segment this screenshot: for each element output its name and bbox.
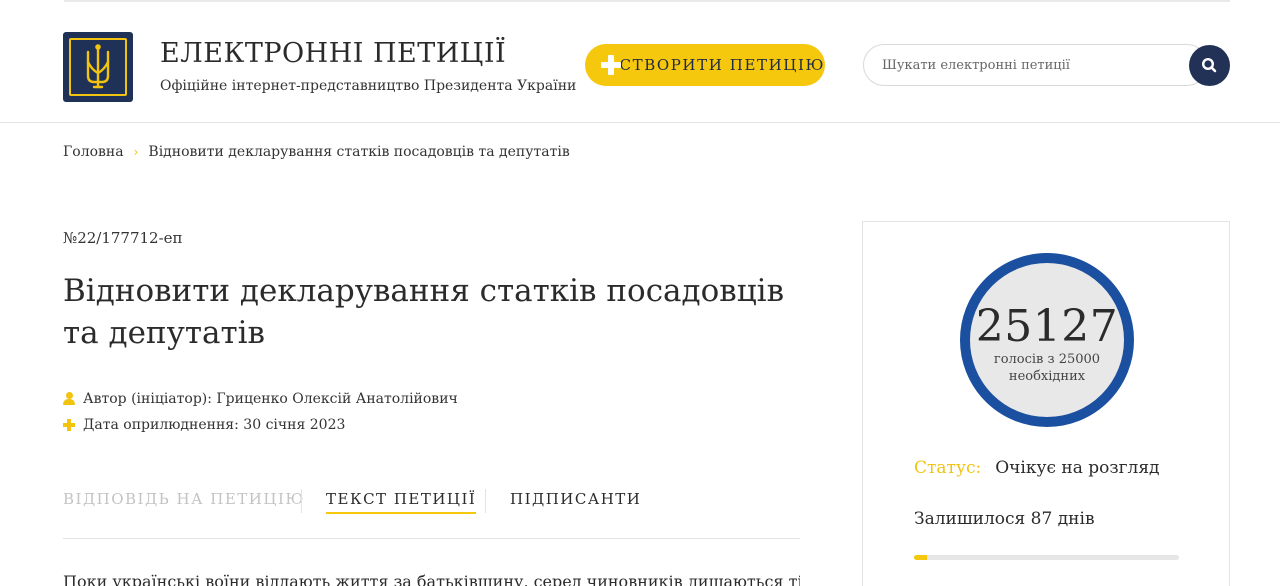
petition-date: Дата оприлюднення: 30 січня 2023	[63, 417, 345, 433]
votes-counter: 25127 голосів з 25000 необхідних	[960, 253, 1134, 427]
create-petition-button[interactable]: СТВОРИТИ ПЕТИЦІЮ	[585, 44, 825, 86]
petition-status: Статус: Очікує на розгляд	[914, 458, 1160, 478]
site-title[interactable]: ЕЛЕКТРОННІ ПЕТИЦІЇ	[160, 38, 506, 69]
votes-caption: голосів з 25000 необхідних	[993, 352, 1101, 384]
search-button[interactable]	[1189, 45, 1230, 86]
tab-divider	[301, 489, 302, 513]
petition-author: Автор (ініціатор): Гриценко Олексій Анат…	[63, 391, 458, 407]
site-logo[interactable]	[63, 32, 133, 102]
chevron-right-icon: ›	[133, 145, 139, 159]
petition-sidebar: 25127 голосів з 25000 необхідних Статус:…	[862, 221, 1230, 586]
remaining-progress-bar	[914, 555, 1179, 560]
search-box	[863, 44, 1230, 86]
days-remaining: Залишилося 87 днів	[914, 509, 1095, 529]
breadcrumb-home-link[interactable]: Головна	[63, 144, 124, 160]
breadcrumb-current: Відновити декларування статків посадовці…	[148, 144, 570, 160]
tab-text[interactable]: ТЕКСТ ПЕТИЦІЇ	[326, 490, 477, 514]
tab-divider	[485, 489, 486, 513]
tab-answer[interactable]: ВІДПОВІДЬ НА ПЕТИЦІЮ	[63, 490, 305, 512]
plus-icon	[601, 55, 620, 75]
search-input[interactable]	[863, 44, 1208, 86]
date-text: Дата оприлюднення: 30 січня 2023	[83, 417, 346, 433]
votes-count: 25127	[975, 301, 1119, 352]
status-value: Очікує на розгляд	[995, 458, 1160, 478]
user-icon	[63, 392, 75, 406]
site-header: ЕЛЕКТРОННІ ПЕТИЦІЇ Офіційне інтернет-пре…	[0, 2, 1280, 123]
author-text: Автор (ініціатор): Гриценко Олексій Анат…	[83, 391, 458, 407]
tab-signers[interactable]: ПІДПИСАНТИ	[510, 490, 641, 512]
trident-logo-icon	[86, 44, 110, 89]
plus-small-icon	[63, 418, 75, 432]
site-subtitle: Офіційне інтернет-представництво Президе…	[160, 78, 577, 94]
status-label: Статус:	[914, 458, 982, 478]
petition-tabs: ВІДПОВІДЬ НА ПЕТИЦІЮ ТЕКСТ ПЕТИЦІЇ ПІДПИ…	[63, 485, 800, 539]
petition-title: Відновити декларування статків посадовці…	[63, 273, 785, 351]
petition-text: Поки українські воїни віддають життя за …	[63, 572, 800, 586]
search-icon	[1201, 57, 1217, 73]
progress-fill	[914, 555, 928, 560]
breadcrumb: Головна › Відновити декларування статків…	[63, 144, 570, 160]
petition-number: №22/177712-еп	[63, 229, 183, 247]
create-petition-label: СТВОРИТИ ПЕТИЦІЮ	[619, 56, 825, 74]
